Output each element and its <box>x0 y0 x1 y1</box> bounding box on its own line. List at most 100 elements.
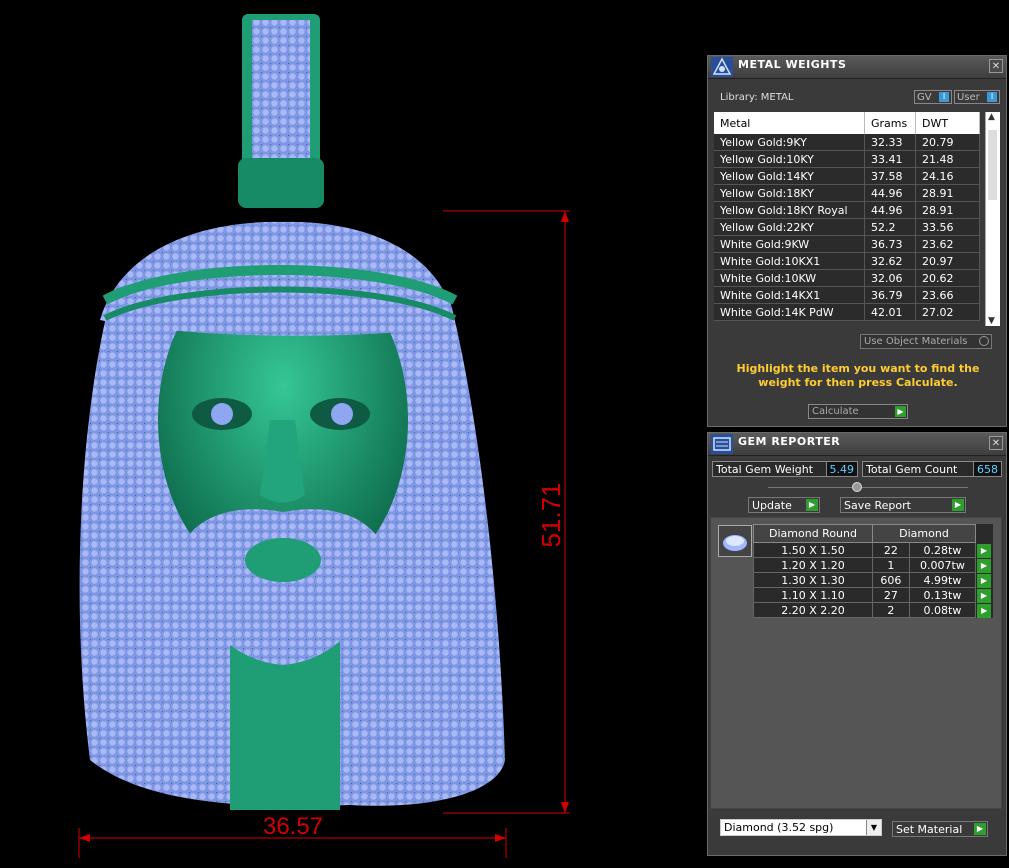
gem-row[interactable]: 1.30 X 1.30 606 4.99tw ▶ <box>753 572 993 588</box>
library-label: Library: METAL <box>720 92 794 103</box>
gv-toggle[interactable]: GV I <box>914 90 952 104</box>
gem-row[interactable]: 1.50 X 1.50 22 0.28tw ▶ <box>753 542 993 558</box>
update-button[interactable]: Update ▶ <box>748 497 820 513</box>
table-row[interactable]: White Gold:14KX1 36.79 23.66 <box>714 286 980 304</box>
column-header-shape: Diamond Round <box>753 524 873 543</box>
cell-grams: 36.79 <box>864 286 916 304</box>
table-row[interactable]: Yellow Gold:9KY 32.33 20.79 <box>714 134 980 151</box>
gem-row-select[interactable]: ▶ <box>976 558 993 573</box>
scroll-down-icon[interactable]: ▼ <box>988 316 995 326</box>
close-icon[interactable]: ✕ <box>989 436 1003 450</box>
cell-dwt: 33.56 <box>915 218 980 236</box>
gem-reporter-titlebar[interactable]: GEM REPORTER ✕ <box>708 433 1006 456</box>
gem-list-area: Diamond Round Diamond 1.50 X 1.50 22 0.28t… <box>710 517 1002 809</box>
calculate-button[interactable]: Calculate ▶ <box>808 404 908 419</box>
user-toggle[interactable]: User I <box>954 90 1000 104</box>
scroll-up-icon[interactable]: ▲ <box>988 112 995 122</box>
cell-dwt: 20.97 <box>915 252 980 270</box>
gem-row-select[interactable]: ▶ <box>976 603 993 618</box>
gem-cell-weight: 0.13tw <box>908 587 977 603</box>
neck <box>230 640 340 810</box>
gem-cell-count: 606 <box>872 572 910 588</box>
gem-row[interactable]: 1.10 X 1.10 27 0.13tw ▶ <box>753 587 993 603</box>
set-material-button[interactable]: Set Material ▶ <box>892 821 988 837</box>
cell-metal: White Gold:14KX1 <box>714 286 865 304</box>
cell-metal: White Gold:14K PdW <box>714 303 865 321</box>
metal-weights-logo-icon <box>711 57 733 77</box>
gem-cell-count: 1 <box>872 557 910 573</box>
radio-icon <box>979 336 989 346</box>
column-header-dwt[interactable]: DWT <box>915 112 980 134</box>
gem-cell-weight: 0.28tw <box>908 542 977 558</box>
cell-metal: White Gold:10KW <box>714 269 865 287</box>
cell-grams: 37.58 <box>864 167 916 185</box>
play-arrow-icon: ▶ <box>806 499 818 511</box>
chevron-down-icon[interactable]: ▼ <box>866 820 881 835</box>
cell-metal: Yellow Gold:9KY <box>714 134 865 151</box>
table-row[interactable]: White Gold:10KW 32.06 20.62 <box>714 269 980 287</box>
pendant-render: 51.71 36.57 <box>78 14 570 858</box>
gem-row-select[interactable]: ▶ <box>976 543 993 558</box>
cell-dwt: 28.91 <box>915 201 980 219</box>
update-label: Update <box>752 499 792 512</box>
bail-gems <box>252 20 310 170</box>
cell-metal: Yellow Gold:18KY <box>714 184 865 202</box>
total-gem-count-label: Total Gem Count <box>866 463 958 476</box>
left-eye-gem <box>211 403 233 425</box>
calculate-hint: Highlight the item you want to find the … <box>736 362 980 389</box>
cell-dwt: 21.48 <box>915 150 980 168</box>
gem-reporter-logo-icon <box>711 434 733 454</box>
table-row[interactable]: White Gold:9KW 36.73 23.62 <box>714 235 980 253</box>
3d-viewport[interactable]: 51.71 36.57 <box>0 0 700 865</box>
gem-reporter-title: GEM REPORTER <box>738 435 841 448</box>
cell-metal: White Gold:9KW <box>714 235 865 253</box>
cell-grams: 32.62 <box>864 252 916 270</box>
cell-dwt: 24.16 <box>915 167 980 185</box>
right-eye-gem <box>331 403 353 425</box>
metal-table-scrollbar[interactable]: ▲ ▼ <box>985 112 1000 326</box>
cell-dwt: 23.66 <box>915 286 980 304</box>
metal-weights-table: Metal Grams DWT Yellow Gold:9KY 32.33 20.7… <box>714 112 980 321</box>
toggle-icon: I <box>987 92 997 102</box>
play-arrow-icon: ▶ <box>895 406 906 417</box>
material-select[interactable]: Diamond (3.52 spg) ▼ <box>720 819 882 836</box>
metal-weights-title: METAL WEIGHTS <box>738 58 847 71</box>
cell-grams: 36.73 <box>864 235 916 253</box>
table-row[interactable]: Yellow Gold:18KY Royal 44.96 28.91 <box>714 201 980 219</box>
play-arrow-icon: ▶ <box>974 823 986 835</box>
panel-splitter[interactable] <box>768 482 968 492</box>
round-diamond-icon[interactable] <box>718 525 752 557</box>
play-arrow-icon: ▶ <box>977 573 991 588</box>
height-dimension-label: 51.71 <box>536 482 566 547</box>
use-object-materials-toggle[interactable]: Use Object Materials <box>860 334 992 349</box>
gem-cell-weight: 0.007tw <box>908 557 977 573</box>
gem-cell-size: 1.10 X 1.10 <box>753 587 873 603</box>
cell-grams: 32.33 <box>864 134 916 151</box>
save-report-button[interactable]: Save Report ▶ <box>840 497 966 513</box>
column-header-metal[interactable]: Metal <box>714 112 865 134</box>
cell-metal: Yellow Gold:22KY <box>714 218 865 236</box>
gem-row-select[interactable]: ▶ <box>976 573 993 588</box>
cell-grams: 44.96 <box>864 201 916 219</box>
gem-row[interactable]: 2.20 X 2.20 2 0.08tw ▶ <box>753 602 993 618</box>
gem-row-select[interactable]: ▶ <box>976 588 993 603</box>
cell-grams: 44.96 <box>864 184 916 202</box>
table-row[interactable]: White Gold:14K PdW 42.01 27.02 <box>714 303 980 321</box>
metal-weights-titlebar[interactable]: METAL WEIGHTS ✕ <box>708 56 1006 79</box>
cell-dwt: 28.91 <box>915 184 980 202</box>
table-row[interactable]: White Gold:10KX1 32.62 20.97 <box>714 252 980 270</box>
metal-weights-panel: METAL WEIGHTS ✕ Library: METAL GV I User I… <box>707 55 1007 427</box>
table-row[interactable]: Yellow Gold:14KY 37.58 24.16 <box>714 167 980 185</box>
gem-cell-count: 27 <box>872 587 910 603</box>
cell-metal: Yellow Gold:10KY <box>714 150 865 168</box>
splitter-handle[interactable] <box>852 482 862 492</box>
total-gem-count-value: 658 <box>973 462 1001 476</box>
table-row[interactable]: Yellow Gold:18KY 44.96 28.91 <box>714 184 980 202</box>
table-row[interactable]: Yellow Gold:10KY 33.41 21.48 <box>714 150 980 168</box>
gem-row[interactable]: 1.20 X 1.20 1 0.007tw ▶ <box>753 557 993 573</box>
gem-cell-size: 1.20 X 1.20 <box>753 557 873 573</box>
column-header-grams[interactable]: Grams <box>864 112 916 134</box>
table-row[interactable]: Yellow Gold:22KY 52.2 33.56 <box>714 218 980 236</box>
close-icon[interactable]: ✕ <box>989 59 1003 73</box>
scroll-thumb[interactable] <box>988 130 997 200</box>
